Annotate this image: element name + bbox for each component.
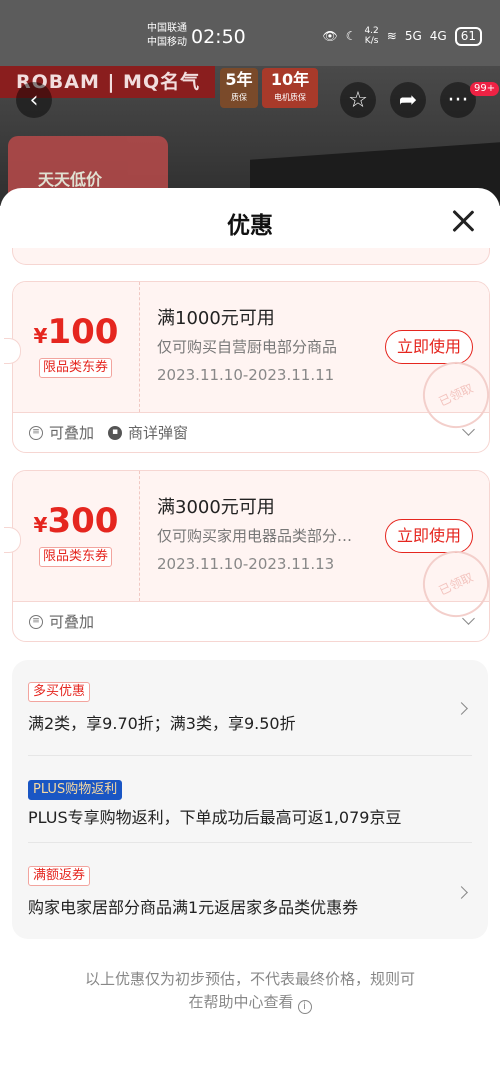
signal-2: 4G: [429, 29, 447, 43]
disclaimer-line-1: 以上优惠仅为初步预估，不代表最终价格，规则可: [84, 970, 415, 988]
promo-tile-text: 天天低价: [38, 170, 103, 189]
stack-icon: ≡: [29, 425, 43, 440]
signal-1: 5G: [404, 29, 422, 43]
use-now-button[interactable]: 立即使用: [385, 330, 473, 364]
chevron-left-icon: ‹: [29, 87, 39, 113]
promotion-tag: 满额返券: [28, 866, 91, 886]
net-speed-unit: K/s: [364, 36, 379, 46]
warranty-5-sub: 质保: [231, 93, 247, 102]
feature-label: 可叠加: [49, 424, 95, 442]
disclaimer-note: 以上优惠仅为初步预估，不代表最终价格，规则可 在帮助中心查看 i: [60, 968, 440, 1014]
coupon-condition: 满1000元可用: [157, 308, 275, 329]
warranty-10-sub: 电机质保: [274, 93, 306, 102]
promotion-row[interactable]: 满额返券 购家电家居部分商品满1元返居家多品类优惠券: [28, 864, 472, 918]
promotion-tag: 多买优惠: [28, 682, 91, 702]
coupon-value: 100: [47, 312, 119, 352]
coupon-type-tag: 限品类东券: [39, 358, 113, 378]
clock: 02:50: [191, 26, 246, 48]
plus-promotion-tag: PLUS购物返利: [28, 780, 123, 800]
promotion-text: 满2类，享9.70折；满3类，享9.50折: [28, 714, 296, 733]
coupon-body: ¥100 限品类东券 满1000元可用 仅可购买自营厨电部分商品 2023.11…: [13, 282, 489, 439]
coupon-amount-column: ¥100 限品类东券: [13, 282, 140, 412]
info-icon[interactable]: i: [297, 1000, 312, 1014]
coupon-description: 仅可购买自营厨电部分商品: [157, 338, 338, 356]
coupon-description: 仅可购买家用电器品类部分商品: [157, 527, 362, 545]
close-button[interactable]: [450, 208, 476, 234]
coupon-condition: 满3000元可用: [157, 497, 275, 518]
feature-stackable: ≡ 可叠加: [29, 422, 94, 443]
net-speed-value: 4.2: [364, 26, 379, 36]
previous-coupon-edge: [12, 248, 490, 265]
chevron-down-icon[interactable]: [462, 612, 475, 625]
carrier-1: 中国联通: [147, 23, 187, 34]
warranty-badge-10: 10年 电机质保: [262, 68, 318, 108]
stack-icon: ≡: [29, 614, 43, 629]
promotion-text: PLUS专享购物返利，下单成功后最高可返1,079京豆: [28, 808, 402, 827]
coupon-validity: 2023.11.10-2023.11.11: [157, 366, 335, 384]
wifi-icon: ≋: [386, 29, 397, 43]
star-icon: ☆: [348, 87, 368, 113]
share-button[interactable]: ➦: [390, 82, 426, 118]
warranty-10-main: 10年: [270, 70, 310, 89]
disclaimer-line-2: 在帮助中心查看 i: [60, 991, 440, 1014]
battery-indicator: 61: [454, 26, 482, 46]
status-icons: 👁 ☾ 4.2 K/s ≋ 5G 4G 61: [322, 26, 482, 46]
favorite-button[interactable]: ☆: [340, 82, 376, 118]
coupon-card: ¥100 限品类东券 满1000元可用 仅可购买自营厨电部分商品 2023.11…: [12, 281, 490, 453]
sheet-title: 优惠: [227, 213, 273, 239]
coupon-card: ¥300 限品类东券 满3000元可用 仅可购买家用电器品类部分商品 2023.…: [12, 470, 490, 642]
popup-icon: ▪: [108, 425, 123, 440]
back-button[interactable]: ‹: [16, 82, 52, 118]
coupon-amount: ¥300: [13, 501, 139, 541]
use-now-button[interactable]: 立即使用: [385, 519, 473, 553]
coupon-amount: ¥100: [13, 312, 139, 352]
moon-icon: ☾: [345, 29, 357, 43]
coupon-type-tag: 限品类东券: [39, 547, 113, 567]
coupon-value: 300: [47, 501, 119, 541]
promotion-text: 购家电家居部分商品满1元返居家多品类优惠券: [28, 898, 359, 917]
currency-symbol: ¥: [33, 513, 48, 537]
more-dots-icon: ···: [447, 87, 469, 113]
feature-label: 商详弹窗: [128, 424, 189, 442]
discount-sheet: 优惠 ¥100 限品类东券 满1000元可用 仅可购买自营厨电部分商品 2023…: [0, 188, 500, 1083]
currency-symbol: ¥: [33, 324, 48, 348]
share-icon: ➦: [398, 87, 418, 113]
chevron-down-icon[interactable]: [462, 423, 475, 436]
divider: [28, 755, 472, 756]
feature-popup: ▪ 商详弹窗: [108, 422, 188, 443]
divider: [28, 842, 472, 843]
warranty-badge-5: 5年 质保: [220, 68, 258, 108]
feature-stackable: ≡ 可叠加: [29, 611, 94, 632]
status-bar: 中国联通 中国移动 02:50 👁 ☾ 4.2 K/s ≋ 5G 4G 61: [0, 0, 500, 66]
eye-icon: 👁: [322, 29, 338, 43]
feature-label: 可叠加: [49, 613, 95, 631]
help-center-text: 在帮助中心查看: [188, 993, 294, 1011]
promotion-row[interactable]: 多买优惠 满2类，享9.70折；满3类，享9.50折: [28, 680, 472, 734]
coupon-footer[interactable]: ≡ 可叠加 ▪ 商详弹窗: [13, 413, 489, 452]
carrier-2: 中国移动: [147, 37, 187, 48]
message-count-badge: 99+: [470, 82, 500, 96]
promotions-panel: 多买优惠 满2类，享9.70折；满3类，享9.50折 PLUS购物返利 PLUS…: [12, 660, 488, 939]
coupon-body: ¥300 限品类东券 满3000元可用 仅可购买家用电器品类部分商品 2023.…: [13, 471, 489, 628]
coupon-validity: 2023.11.10-2023.11.13: [157, 555, 335, 573]
carrier-info: 中国联通 中国移动: [147, 22, 187, 50]
net-speed: 4.2 K/s: [364, 26, 378, 46]
product-page-background: ROBAM | MQ名气 5年 质保 10年 电机质保 天天低价: [0, 66, 500, 206]
coupon-footer[interactable]: ≡ 可叠加: [13, 602, 489, 641]
warranty-5-main: 5年: [225, 70, 253, 89]
promotion-row[interactable]: PLUS购物返利 PLUS专享购物返利，下单成功后最高可返1,079京豆: [28, 778, 472, 828]
coupon-amount-column: ¥300 限品类东券: [13, 471, 140, 601]
